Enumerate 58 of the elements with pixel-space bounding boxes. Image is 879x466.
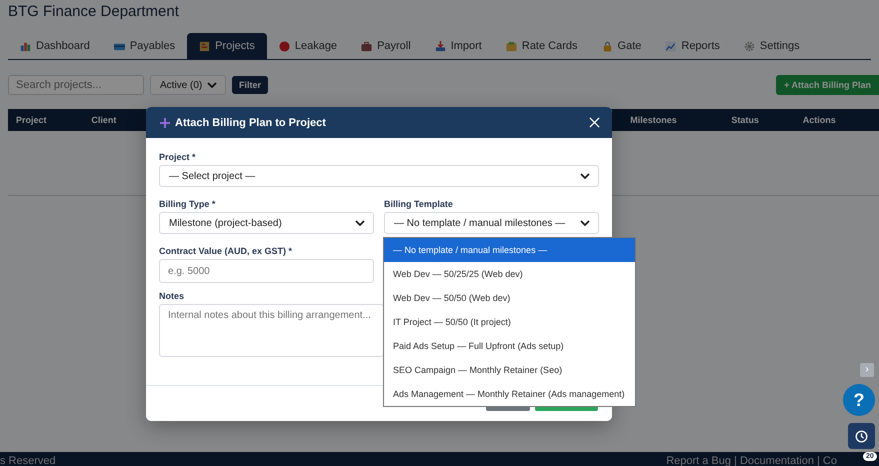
bag-icon [361,40,372,52]
dot-icon [278,40,290,52]
attach-billing-plan-button[interactable]: + Attach Billing Plan [776,75,879,95]
dropdown-option[interactable]: SEO Campaign — Monthly Retainer (Seo) [384,358,635,382]
column-header: Project [16,115,47,125]
lock-icon [602,40,613,52]
dropdown-option[interactable]: IT Project — 50/50 (It project) [384,310,635,334]
contract-value-field[interactable]: e.g. 5000 [159,259,374,283]
tray-icon [434,40,446,52]
column-header: Milestones [630,115,677,125]
nav-tab[interactable]: Rate Cards [494,33,590,59]
chevron-down-icon [355,220,365,226]
field-label: Notes [159,291,184,301]
dropdown-option[interactable]: Paid Ads Setup — Full Upfront (Ads setup) [384,334,635,358]
notes-field[interactable]: Internal notes about this billing arrangement... [159,304,384,357]
nav-tab[interactable]: Leakage [266,33,350,59]
nav-tab[interactable]: Settings [732,33,812,59]
nav-tab[interactable]: Projects [187,33,267,59]
field-label: Billing Type * [159,199,216,209]
copyright-text: s Reserved [0,454,56,466]
nav-tab[interactable]: Reports [653,33,732,59]
column-header: Client [91,115,116,125]
chevron-down-icon [207,82,217,88]
project-dropdown[interactable]: — Select project — [159,165,599,187]
billing-template-dropdown[interactable]: — No template / manual milestones — [384,212,599,234]
nav-tab[interactable]: Import [422,33,494,59]
field-label: Billing Template [384,199,453,209]
column-header: Status [731,115,759,125]
chart-icon [20,40,31,52]
line-icon [665,40,676,52]
dropdown-option[interactable]: Web Dev — 50/25/25 (Web dev) [384,262,635,286]
nav-tab[interactable]: Dashboard [8,33,102,59]
modal-title: Attach Billing Plan to Project [175,116,326,128]
history-button[interactable] [848,423,875,449]
board-icon [199,40,210,52]
plus-icon [160,118,170,128]
dropdown-option[interactable]: Ads Management — Monthly Retainer (Ads management) [384,382,635,406]
chevron-down-icon [580,173,590,179]
app-title: BTG Finance Department [7,2,180,22]
search-field[interactable]: Search projects... [8,75,144,95]
footer-links[interactable]: Report a Bug | Documentation | Co [666,452,837,466]
nav-tab[interactable]: Gate [590,33,654,59]
field-label: Project * [159,152,196,162]
column-header: Actions [802,115,836,125]
chevron-down-icon [580,220,590,226]
dropdown-option[interactable]: — No template / manual milestones — [384,238,635,262]
nav-tab[interactable]: Payroll [349,33,423,59]
folder-icon [506,40,517,52]
filter-button[interactable]: Filter [232,76,268,94]
status-dropdown[interactable]: Active (0) [150,75,226,95]
settings-icon [744,40,755,52]
billing-type-dropdown[interactable]: Milestone (project-based) [159,212,374,234]
field-label: Contract Value (AUD, ex GST) * [159,246,292,256]
clock-icon [855,430,868,442]
nav-tab[interactable]: Payables [102,33,188,59]
dropdown-option[interactable]: Web Dev — 50/50 (Web dev) [384,286,635,310]
close-icon[interactable] [589,117,600,128]
help-button[interactable]: ? [843,384,875,416]
